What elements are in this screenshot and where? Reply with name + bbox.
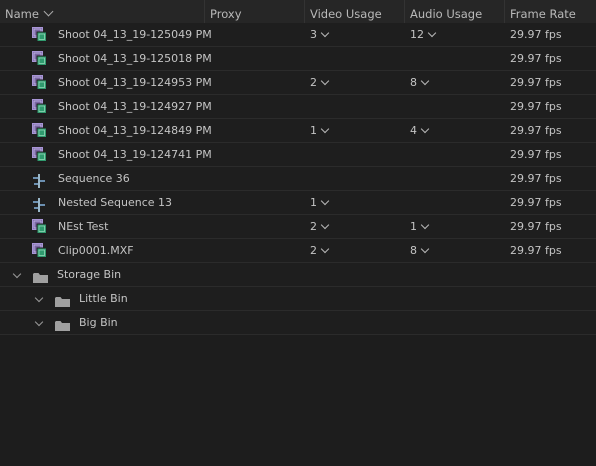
folder-icon <box>33 269 48 283</box>
frame-rate-value: 29.97 fps <box>510 52 562 65</box>
video-usage-dropdown[interactable]: 1 <box>310 191 330 215</box>
folder-icon <box>55 293 70 307</box>
chevron-down-icon <box>320 28 330 38</box>
list-item[interactable]: NEst Test 2 1 29.97 fps <box>0 215 596 239</box>
video-usage-value: 1 <box>310 196 317 209</box>
item-name: Shoot 04_13_19-124927 PM <box>58 100 212 113</box>
chevron-down-icon <box>320 220 330 230</box>
frame-rate-value: 29.97 fps <box>510 100 562 113</box>
list-item[interactable]: Shoot 04_13_19-124741 PM 29.97 fps <box>0 143 596 167</box>
frame-rate-value: 29.97 fps <box>510 76 562 89</box>
item-name: Shoot 04_13_19-124953 PM <box>58 76 212 89</box>
chevron-down-icon <box>420 220 430 230</box>
column-header-video-usage-label: Video Usage <box>310 7 382 21</box>
list-item[interactable]: Shoot 04_13_19-124953 PM 2 8 29.97 fps <box>0 71 596 95</box>
audio-usage-value: 8 <box>410 244 417 257</box>
chevron-down-icon <box>320 196 330 206</box>
item-name: Nested Sequence 13 <box>58 196 173 209</box>
frame-rate-value: 29.97 fps <box>510 124 562 137</box>
video-usage-dropdown[interactable]: 3 <box>310 23 330 47</box>
audio-usage-value: 8 <box>410 76 417 89</box>
video-usage-value: 2 <box>310 244 317 257</box>
list-item[interactable]: Clip0001.MXF 2 8 29.97 fps <box>0 239 596 263</box>
column-header-audio-usage-label: Audio Usage <box>410 7 483 21</box>
frame-rate-value: 29.97 fps <box>510 148 562 161</box>
chevron-down-icon <box>420 76 430 86</box>
item-name: Shoot 04_13_19-124741 PM <box>58 148 212 161</box>
column-header-name-label: Name <box>5 7 39 21</box>
audio-usage-dropdown[interactable]: 8 <box>410 71 430 95</box>
video-usage-value: 3 <box>310 28 317 41</box>
column-header-frame-rate-label: Frame Rate <box>510 7 576 21</box>
item-name: Sequence 36 <box>58 172 130 185</box>
video-usage-dropdown[interactable]: 1 <box>310 119 330 143</box>
folder-icon <box>55 317 70 331</box>
item-name: Shoot 04_13_19-125018 PM <box>58 52 212 65</box>
item-name: Shoot 04_13_19-124849 PM <box>58 124 212 137</box>
chevron-down-icon <box>320 244 330 254</box>
video-usage-value: 2 <box>310 76 317 89</box>
item-name: Shoot 04_13_19-125049 PM <box>58 28 212 41</box>
bin-name: Big Bin <box>79 316 118 329</box>
item-name: NEst Test <box>58 220 109 233</box>
audio-usage-dropdown[interactable]: 8 <box>410 239 430 263</box>
bin-name: Storage Bin <box>57 268 122 281</box>
audio-usage-dropdown[interactable]: 1 <box>410 215 430 239</box>
clip-icon <box>32 219 47 234</box>
frame-rate-value: 29.97 fps <box>510 172 562 185</box>
audio-usage-dropdown[interactable]: 4 <box>410 119 430 143</box>
audio-usage-value: 1 <box>410 220 417 233</box>
frame-rate-value: 29.97 fps <box>510 196 562 209</box>
list-item[interactable]: Shoot 04_13_19-125049 PM 3 12 29.97 fps <box>0 23 596 47</box>
chevron-down-icon <box>427 28 437 38</box>
sort-chevron-icon[interactable] <box>43 6 54 17</box>
clip-icon <box>32 51 47 66</box>
bin-row[interactable]: Storage Bin <box>0 263 596 287</box>
frame-rate-value: 29.97 fps <box>510 220 562 233</box>
clip-icon <box>32 99 47 114</box>
list-item[interactable]: Shoot 04_13_19-124927 PM 29.97 fps <box>0 95 596 119</box>
video-usage-dropdown[interactable]: 2 <box>310 71 330 95</box>
bin-name: Little Bin <box>79 292 128 305</box>
clip-icon <box>32 27 47 42</box>
bin-row[interactable]: Big Bin <box>0 311 596 335</box>
clip-icon <box>32 147 47 162</box>
sequence-icon <box>32 173 46 188</box>
column-header-proxy-label: Proxy <box>210 7 242 21</box>
frame-rate-value: 29.97 fps <box>510 244 562 257</box>
chevron-down-icon <box>320 124 330 134</box>
sequence-icon <box>32 197 46 212</box>
item-name: Clip0001.MXF <box>58 244 134 257</box>
bin-row[interactable]: Little Bin <box>0 287 596 311</box>
video-usage-value: 2 <box>310 220 317 233</box>
chevron-down-icon <box>420 244 430 254</box>
video-usage-value: 1 <box>310 124 317 137</box>
clip-icon <box>32 75 47 90</box>
frame-rate-value: 29.97 fps <box>510 28 562 41</box>
disclosure-chevron-icon[interactable] <box>12 269 22 279</box>
disclosure-chevron-icon[interactable] <box>34 293 44 303</box>
video-usage-dropdown[interactable]: 2 <box>310 215 330 239</box>
item-list: Shoot 04_13_19-125049 PM 3 12 29.97 fps Shoo… <box>0 23 596 335</box>
list-item[interactable]: Shoot 04_13_19-124849 PM 1 4 29.97 fps <box>0 119 596 143</box>
audio-usage-value: 4 <box>410 124 417 137</box>
chevron-down-icon <box>320 76 330 86</box>
list-item[interactable]: Nested Sequence 13 1 29.97 fps <box>0 191 596 215</box>
video-usage-dropdown[interactable]: 2 <box>310 239 330 263</box>
clip-icon <box>32 243 47 258</box>
audio-usage-value: 12 <box>410 28 424 41</box>
project-panel: Name Proxy Video Usage Audio Usage Frame… <box>0 0 596 466</box>
list-item[interactable]: Sequence 36 29.97 fps <box>0 167 596 191</box>
chevron-down-icon <box>420 124 430 134</box>
audio-usage-dropdown[interactable]: 12 <box>410 23 437 47</box>
disclosure-chevron-icon[interactable] <box>34 317 44 327</box>
list-item[interactable]: Shoot 04_13_19-125018 PM 29.97 fps <box>0 47 596 71</box>
clip-icon <box>32 123 47 138</box>
